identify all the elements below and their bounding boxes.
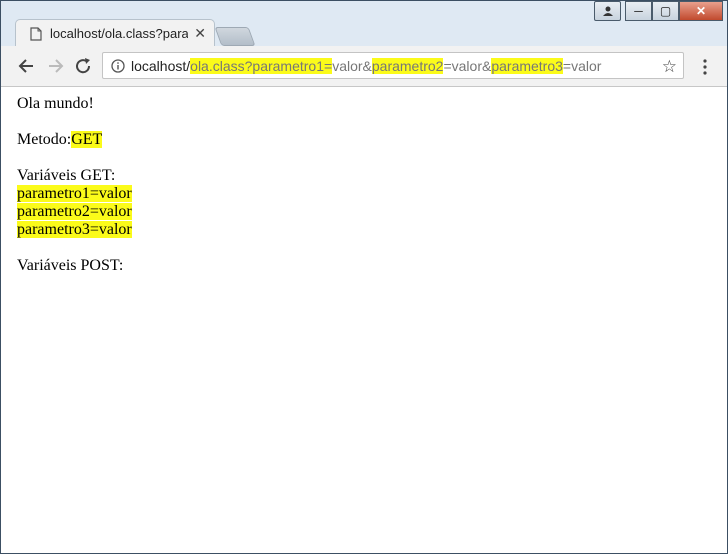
page-icon bbox=[30, 26, 42, 41]
tab-title: localhost/ola.class?param bbox=[50, 26, 189, 41]
greeting-text: Ola mundo! bbox=[17, 95, 94, 112]
url-segment: parametro3 bbox=[491, 57, 563, 74]
url-host: localhost/ bbox=[131, 57, 191, 74]
tab-close-icon[interactable]: ✕ bbox=[194, 25, 206, 42]
get-var-item: parametro2=valor bbox=[17, 203, 132, 220]
bookmark-star-icon[interactable]: ☆ bbox=[662, 57, 677, 77]
post-heading: Variáveis POST: bbox=[17, 257, 124, 274]
address-bar[interactable]: localhost/ola.class?parametro1=valor&par… bbox=[102, 52, 684, 79]
person-icon bbox=[602, 6, 613, 16]
close-window-button[interactable]: ✕ bbox=[679, 1, 723, 21]
get-heading: Variáveis GET: bbox=[17, 167, 116, 184]
title-bar: ─ ▢ ✕ localhost/ola.class?param ✕ bbox=[1, 1, 727, 47]
toolbar: localhost/ola.class?parametro1=valor&par… bbox=[1, 46, 727, 87]
new-tab-button[interactable] bbox=[214, 27, 256, 46]
browser-window: ─ ▢ ✕ localhost/ola.class?param ✕ localh… bbox=[0, 0, 728, 554]
profile-button[interactable] bbox=[594, 1, 621, 21]
get-var-item: parametro1=valor bbox=[17, 185, 132, 202]
url-text: localhost/ola.class?parametro1=valor&par… bbox=[131, 57, 602, 74]
url-segment: parametro2 bbox=[371, 57, 444, 74]
menu-dots-icon[interactable] bbox=[698, 58, 712, 76]
page-content: Ola mundo! Metodo:GET Variáveis GET: par… bbox=[1, 87, 727, 553]
url-segment: =valor bbox=[562, 57, 602, 74]
method-label: Metodo: bbox=[17, 131, 72, 148]
method-value: GET bbox=[71, 131, 103, 148]
window-controls: ─ ▢ ✕ bbox=[594, 1, 723, 21]
url-segment: valor& bbox=[332, 57, 372, 74]
url-segment: ola.class?parametro1= bbox=[190, 57, 333, 74]
tab-active[interactable]: localhost/ola.class?param ✕ bbox=[15, 19, 215, 47]
minimize-button[interactable]: ─ bbox=[625, 1, 652, 21]
method-line: Metodo:GET bbox=[17, 131, 727, 149]
forward-arrow-icon[interactable] bbox=[45, 56, 65, 76]
info-icon[interactable] bbox=[111, 58, 125, 73]
url-segment: =valor& bbox=[443, 57, 492, 74]
reload-icon[interactable] bbox=[73, 56, 93, 76]
maximize-button[interactable]: ▢ bbox=[652, 1, 679, 21]
get-var-item: parametro3=valor bbox=[17, 221, 132, 238]
back-arrow-icon[interactable] bbox=[17, 56, 37, 76]
